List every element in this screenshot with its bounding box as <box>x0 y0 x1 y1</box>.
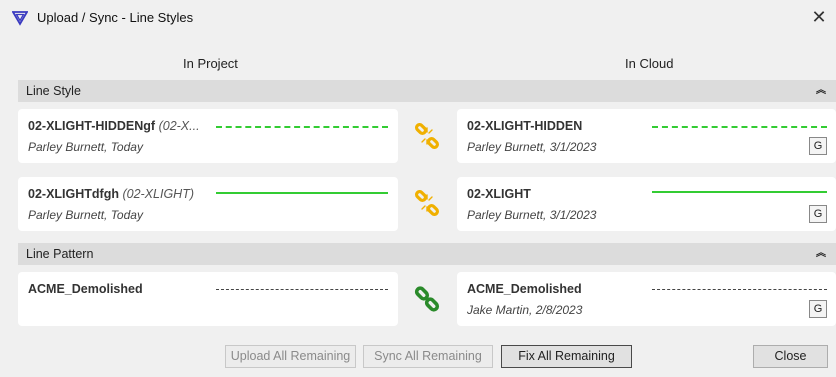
line-style-preview <box>216 126 388 128</box>
broken-link-icon[interactable] <box>414 123 440 149</box>
close-window-button[interactable]: ✕ <box>808 6 830 28</box>
graphics-button[interactable]: G <box>809 300 827 318</box>
fix-all-remaining-button[interactable]: Fix All Remaining <box>501 345 632 368</box>
collapse-chevron-icon[interactable]: ︽ <box>816 243 826 265</box>
project-item-card[interactable]: 02-XLIGHTdfgh (02-XLIGHT) Parley Burnett… <box>18 177 398 231</box>
window-title: Upload / Sync - Line Styles <box>37 10 194 25</box>
item-name-line: 02-XLIGHT-HIDDENgf (02-X... <box>28 119 200 133</box>
column-header-in-project: In Project <box>183 56 238 71</box>
line-pattern-preview <box>216 289 388 290</box>
cloud-item-card[interactable]: ACME_Demolished Jake Martin, 2/8/2023 G <box>457 272 836 326</box>
linked-icon[interactable] <box>414 286 440 312</box>
item-alias: (02-XLIGHT) <box>122 187 194 201</box>
section-label: Line Pattern <box>26 247 94 261</box>
graphics-button[interactable]: G <box>809 137 827 155</box>
broken-link-icon[interactable] <box>414 190 440 216</box>
item-meta: Parley Burnett, 3/1/2023 <box>467 208 597 222</box>
collapse-chevron-icon[interactable]: ︽ <box>816 80 826 102</box>
section-header-line-style[interactable]: Line Style ︽ <box>18 80 836 102</box>
cloud-item-card[interactable]: 02-XLIGHT Parley Burnett, 3/1/2023 G <box>457 177 836 231</box>
item-meta: Parley Burnett, Today <box>28 208 143 222</box>
line-style-preview <box>652 126 827 128</box>
column-header-in-cloud: In Cloud <box>625 56 674 71</box>
line-pattern-preview <box>652 289 827 290</box>
sync-all-remaining-button[interactable]: Sync All Remaining <box>363 345 493 368</box>
item-alias: (02-X... <box>158 119 200 133</box>
item-name-line: 02-XLIGHTdfgh (02-XLIGHT) <box>28 187 194 201</box>
project-item-card[interactable]: ACME_Demolished <box>18 272 398 326</box>
upload-all-remaining-button[interactable]: Upload All Remaining <box>225 345 356 368</box>
section-header-line-pattern[interactable]: Line Pattern ︽ <box>18 243 836 265</box>
app-logo-icon <box>12 11 28 26</box>
item-meta: Parley Burnett, Today <box>28 140 143 154</box>
line-style-preview <box>216 192 388 194</box>
item-name: 02-XLIGHT-HIDDENgf <box>28 119 156 133</box>
project-item-card[interactable]: 02-XLIGHT-HIDDENgf (02-X... Parley Burne… <box>18 109 398 163</box>
section-label: Line Style <box>26 84 81 98</box>
item-name: 02-XLIGHT-HIDDEN <box>467 119 583 133</box>
close-button[interactable]: Close <box>753 345 828 368</box>
cloud-item-card[interactable]: 02-XLIGHT-HIDDEN Parley Burnett, 3/1/202… <box>457 109 836 163</box>
item-name: 02-XLIGHT <box>467 187 531 201</box>
item-name: ACME_Demolished <box>467 282 582 296</box>
graphics-button[interactable]: G <box>809 205 827 223</box>
item-name: 02-XLIGHTdfgh <box>28 187 119 201</box>
item-meta: Jake Martin, 2/8/2023 <box>467 303 583 317</box>
title-bar: Upload / Sync - Line Styles ✕ <box>0 0 836 36</box>
line-style-preview <box>652 191 827 193</box>
item-meta: Parley Burnett, 3/1/2023 <box>467 140 597 154</box>
item-name: ACME_Demolished <box>28 282 143 296</box>
